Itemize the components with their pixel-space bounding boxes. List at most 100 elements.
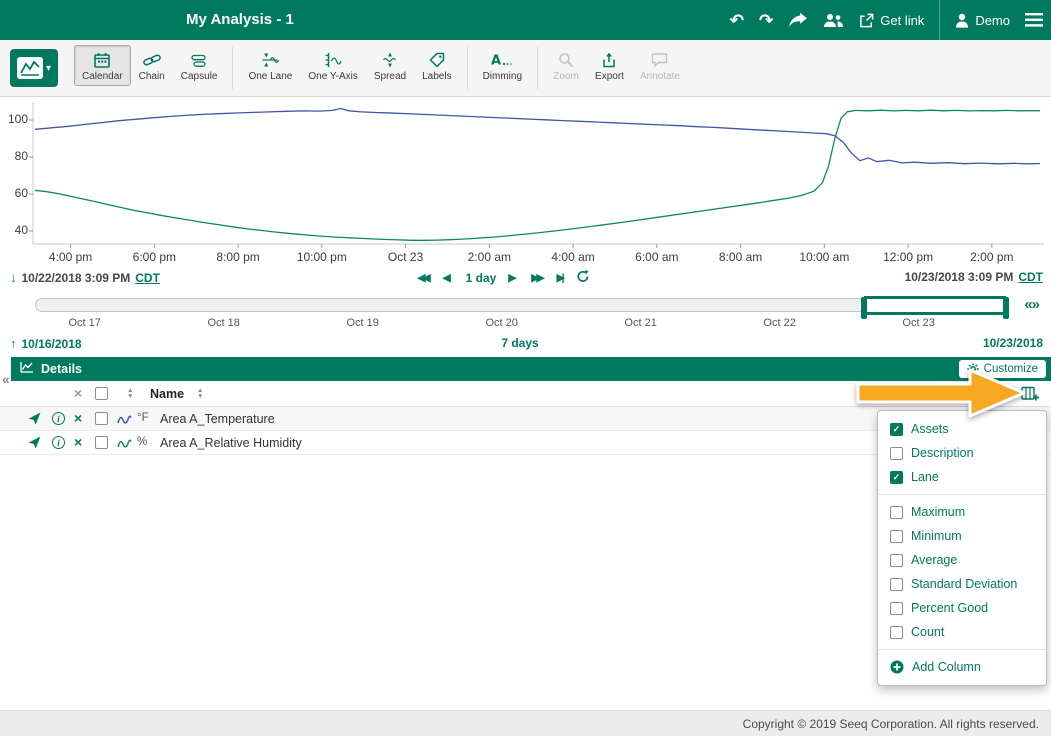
- signal-name[interactable]: Area A_Relative Humidity: [160, 436, 302, 450]
- menu-item-maximum[interactable]: Maximum: [878, 500, 1046, 524]
- toolbar-zoom-button: Zoom: [545, 45, 587, 86]
- selection-left-handle[interactable]: [861, 297, 867, 319]
- display-range-end[interactable]: 10/23/2018 3:09 PM: [905, 270, 1014, 284]
- toolbar-spread-button[interactable]: Spread: [366, 45, 414, 86]
- remove-icon[interactable]: ×: [74, 435, 82, 449]
- pin-icon[interactable]: [28, 436, 41, 454]
- series-line-Area A_Relative Humidity[interactable]: [35, 110, 1040, 240]
- timezone-link-end[interactable]: CDT: [1018, 270, 1043, 284]
- timeline-selection[interactable]: [864, 296, 1006, 315]
- investigate-duration[interactable]: 7 days: [501, 336, 538, 350]
- remove-all-icon[interactable]: ×: [74, 386, 82, 400]
- remove-icon[interactable]: ×: [74, 411, 82, 425]
- y-axis-tick-label: 100: [2, 112, 28, 126]
- info-icon[interactable]: i: [52, 436, 65, 449]
- row-checkbox[interactable]: [95, 412, 108, 425]
- toolbar-dimming-button[interactable]: A Dimming: [475, 45, 530, 86]
- x-axis-tick-label: 4:00 am: [551, 250, 594, 264]
- external-link-icon: [859, 13, 874, 28]
- trend-chart-svg[interactable]: [0, 97, 1051, 249]
- x-axis-tick-label: 2:00 am: [468, 250, 511, 264]
- toolbar-calendar-button[interactable]: Calendar: [74, 45, 131, 86]
- display-range-start[interactable]: 10/22/2018 3:09 PM: [22, 271, 131, 285]
- select-all-checkbox[interactable]: [95, 387, 108, 400]
- toolbar-chain-button[interactable]: Chain: [131, 45, 173, 86]
- add-column-item[interactable]: Add Column: [878, 655, 1046, 679]
- menu-divider: [878, 494, 1046, 495]
- x-axis[interactable]: 4:00 pm6:00 pm8:00 pm10:00 pmOct 232:00 …: [0, 250, 1051, 266]
- name-column-header[interactable]: Name: [150, 387, 184, 401]
- menu-item-label: Lane: [911, 470, 939, 484]
- timeline-date-labels: Oct 17Oct 18Oct 19Oct 20Oct 21Oct 22Oct …: [35, 317, 1009, 331]
- toolbar-one-y-axis-button[interactable]: One Y-Axis: [300, 45, 365, 86]
- signal-name[interactable]: Area A_Temperature: [160, 412, 275, 426]
- row-checkbox[interactable]: [95, 436, 108, 449]
- menu-item-count[interactable]: Count: [878, 620, 1046, 644]
- toolbar-export-button[interactable]: Export: [587, 45, 632, 86]
- toolbar-annotate-button: Annotate: [632, 45, 688, 86]
- toolbar-capsule-button[interactable]: Capsule: [173, 45, 226, 86]
- undo-icon[interactable]: ↶: [730, 12, 744, 29]
- footer: Copyright © 2019 Seeq Corporation. All r…: [0, 710, 1051, 736]
- expand-range-icon[interactable]: «»: [1024, 297, 1039, 312]
- toolbar-labels-button[interactable]: Labels: [414, 45, 459, 86]
- hamburger-menu-icon[interactable]: [1025, 13, 1043, 27]
- menu-item-minimum[interactable]: Minimum: [878, 524, 1046, 548]
- selection-right-handle[interactable]: [1003, 297, 1009, 319]
- investigate-start-date[interactable]: 10/16/2018: [22, 337, 82, 351]
- step-size-link[interactable]: 1 day: [466, 271, 497, 285]
- menu-item-label: Standard Deviation: [911, 577, 1017, 591]
- step-forward-icon[interactable]: ▶: [508, 272, 519, 284]
- expand-range-arrow-icon[interactable]: ↑: [10, 336, 17, 351]
- menu-item-standard-deviation[interactable]: Standard Deviation: [878, 572, 1046, 596]
- x-axis-tick-label: 8:00 pm: [216, 250, 259, 264]
- step-back-icon[interactable]: ◀: [443, 272, 454, 284]
- header-divider: [939, 0, 940, 40]
- step-to-now-icon[interactable]: ▶|: [557, 272, 565, 284]
- user-menu-button[interactable]: Demo: [955, 13, 1010, 28]
- user-name-label: Demo: [975, 13, 1010, 28]
- timezone-link-start[interactable]: CDT: [135, 271, 160, 285]
- toolbar-one-lane-button[interactable]: One Lane: [240, 45, 300, 86]
- menu-item-label: Maximum: [911, 505, 965, 519]
- step-back-fast-icon[interactable]: ◀◀: [417, 272, 430, 284]
- shrink-range-icon[interactable]: ↓: [10, 270, 17, 285]
- timeline-scrubber: «»: [0, 295, 1051, 317]
- refresh-icon[interactable]: [577, 270, 593, 286]
- menu-item-assets[interactable]: Assets: [878, 417, 1046, 441]
- view-selector-button[interactable]: ▾: [10, 49, 58, 87]
- x-axis-tick-label: 4:00 pm: [49, 250, 92, 264]
- menu-item-description[interactable]: Description: [878, 441, 1046, 465]
- name-sort-icon[interactable]: ▲▼: [197, 388, 203, 399]
- series-line-Area A_Temperature[interactable]: [35, 109, 1040, 164]
- timeline-track[interactable]: [35, 298, 1009, 312]
- users-icon[interactable]: [823, 13, 844, 28]
- pin-icon[interactable]: [28, 412, 41, 430]
- menu-item-average[interactable]: Average: [878, 548, 1046, 572]
- display-range-nav: ↓ 10/22/2018 3:09 PM CDT ◀◀ ◀ 1 day ▶ ▶▶…: [0, 269, 1051, 289]
- get-link-label: Get link: [880, 13, 924, 28]
- get-link-button[interactable]: Get link: [859, 13, 924, 28]
- investigate-end-date[interactable]: 10/23/2018: [983, 336, 1043, 350]
- timeline-date-label: Oct 18: [207, 317, 239, 329]
- timeline-date-label: Oct 20: [485, 317, 517, 329]
- menu-item-percent-good[interactable]: Percent Good: [878, 596, 1046, 620]
- share-forward-icon[interactable]: [788, 12, 808, 28]
- step-forward-fast-icon[interactable]: ▶▶: [531, 272, 544, 284]
- x-axis-tick-label: 10:00 pm: [297, 250, 347, 264]
- toolbar-annotate-label: Annotate: [640, 71, 680, 82]
- column-selector-menu: Assets Description Lane Maximum Minimum …: [877, 410, 1047, 686]
- trend-chart[interactable]: 100806040: [0, 97, 1051, 249]
- menu-item-label: Average: [911, 553, 957, 567]
- toolbar-one-y-axis-label: One Y-Axis: [308, 71, 357, 82]
- menu-item-lane[interactable]: Lane: [878, 465, 1046, 489]
- redo-icon[interactable]: ↷: [759, 12, 773, 29]
- one-y-axis-icon: [324, 51, 342, 68]
- labels-tag-icon: [429, 51, 445, 68]
- sort-icon[interactable]: ▲▼: [127, 388, 133, 399]
- x-axis-tick-label: 12:00 pm: [883, 250, 933, 264]
- menu-item-label: Count: [911, 625, 944, 639]
- chevron-down-icon: ▾: [46, 63, 51, 74]
- details-title: Details: [41, 362, 82, 376]
- info-icon[interactable]: i: [52, 412, 65, 425]
